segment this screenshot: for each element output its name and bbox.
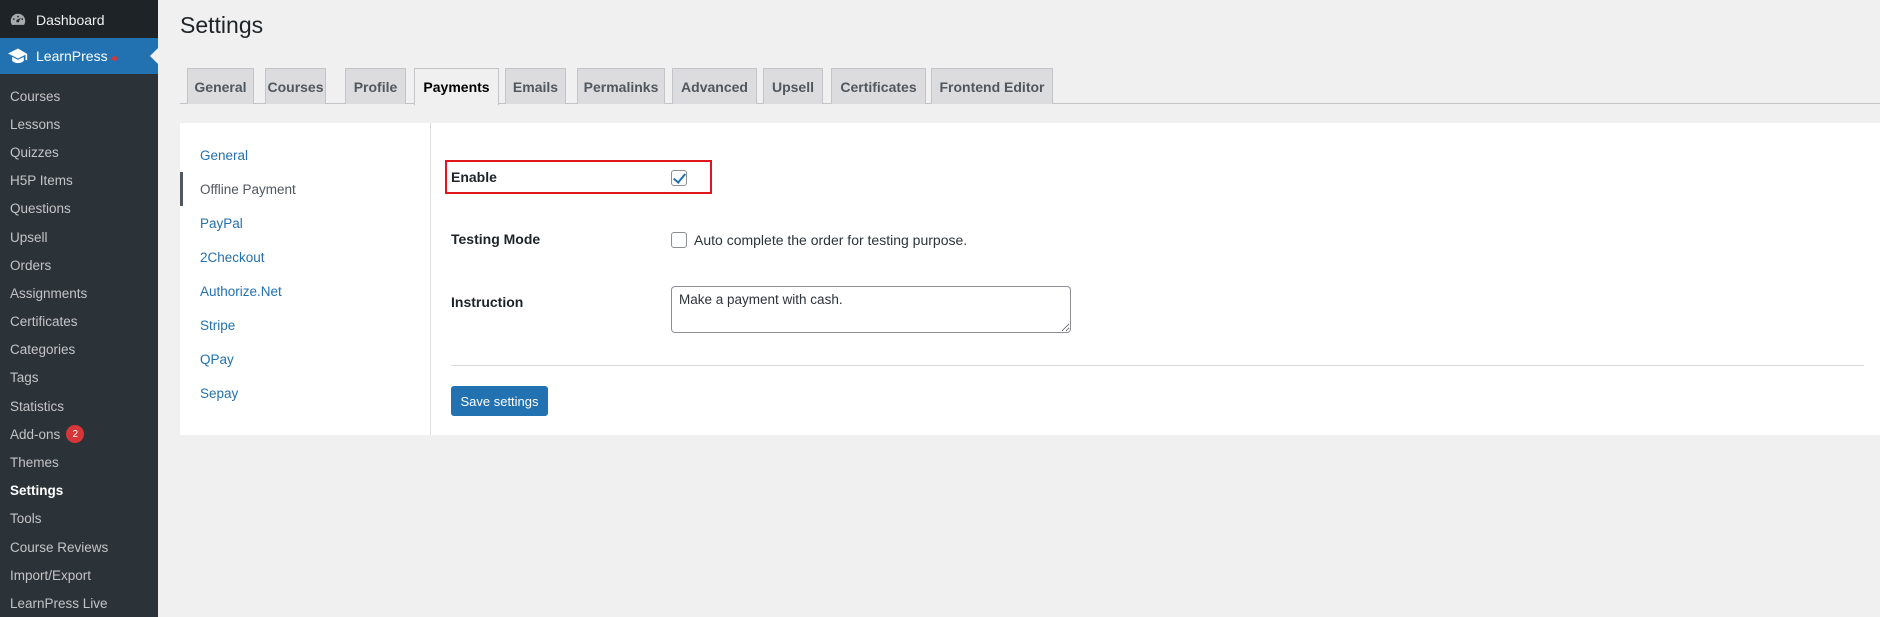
payment-nav-2checkout[interactable]: 2Checkout [180, 240, 430, 274]
payment-nav-sepay[interactable]: Sepay [180, 376, 430, 410]
tab-certificates[interactable]: Certificates [831, 68, 926, 104]
form-divider [451, 365, 1864, 366]
sidebar-item-settings[interactable]: Settings [0, 477, 158, 505]
payment-nav-offline-payment[interactable]: Offline Payment [180, 172, 430, 206]
tab-courses[interactable]: Courses [265, 68, 326, 104]
update-indicator [111, 55, 117, 61]
tab-emails[interactable]: Emails [505, 68, 566, 104]
sidebar-item-lessons[interactable]: Lessons [0, 110, 158, 138]
graduation-cap-icon [8, 46, 28, 66]
dashboard-icon [8, 10, 28, 30]
sidebar-item-label: Tags [10, 370, 39, 386]
sidebar-item-tools[interactable]: Tools [0, 505, 158, 533]
tab-frontend-editor[interactable]: Frontend Editor [931, 68, 1053, 104]
sidebar-item-courses[interactable]: Courses [0, 82, 158, 110]
sidebar-item-label: Questions [10, 201, 71, 217]
sidebar-item-label: Statistics [10, 398, 65, 414]
sidebar-item-label: Upsell [10, 229, 48, 245]
payment-nav-paypal[interactable]: PayPal [180, 206, 430, 240]
menu-learnpress[interactable]: LearnPress [0, 38, 158, 74]
payment-nav-stripe[interactable]: Stripe [180, 308, 430, 342]
admin-sidebar: Dashboard LearnPress Courses Lessons Qui… [0, 0, 158, 617]
sidebar-item-label: LearnPress Live [10, 595, 108, 611]
settings-tabs: General Courses Profile Payments Emails … [180, 68, 1880, 105]
menu-learnpress-label: LearnPress [36, 48, 108, 64]
testing-mode-checkbox[interactable] [671, 232, 687, 248]
tab-payments[interactable]: Payments [414, 68, 499, 105]
sidebar-item-label: Courses [10, 88, 61, 104]
payments-panel: General Offline Payment PayPal 2Checkout… [180, 123, 1880, 435]
sidebar-item-quizzes[interactable]: Quizzes [0, 138, 158, 166]
sidebar-item-tags[interactable]: Tags [0, 364, 158, 392]
sidebar-item-label: Lessons [10, 116, 61, 132]
sidebar-item-label: Themes [10, 455, 59, 471]
sidebar-item-h5p-items[interactable]: H5P Items [0, 167, 158, 195]
sidebar-item-label: Certificates [10, 314, 78, 330]
payment-nav-general[interactable]: General [180, 138, 430, 172]
tab-profile[interactable]: Profile [345, 68, 406, 104]
menu-dashboard-label: Dashboard [36, 12, 105, 28]
save-settings-button[interactable]: Save settings [451, 386, 548, 416]
sidebar-item-label: Add-ons [10, 426, 61, 442]
sidebar-item-add-ons[interactable]: Add-ons 2 [0, 420, 158, 448]
sidebar-item-themes[interactable]: Themes [0, 448, 158, 476]
testing-mode-description: Auto complete the order for testing purp… [694, 232, 968, 248]
sidebar-item-label: Tools [10, 511, 42, 527]
tab-upsell[interactable]: Upsell [763, 68, 823, 104]
sidebar-item-label: Categories [10, 342, 76, 358]
sidebar-item-label: Quizzes [10, 144, 59, 160]
sidebar-item-label: H5P Items [10, 173, 73, 189]
sidebar-item-upsell[interactable]: Upsell [0, 223, 158, 251]
payment-nav-authorize-net[interactable]: Authorize.Net [180, 274, 430, 308]
page-title: Settings [180, 12, 264, 38]
sidebar-item-orders[interactable]: Orders [0, 251, 158, 279]
enable-label: Enable [451, 169, 497, 185]
sidebar-item-questions[interactable]: Questions [0, 195, 158, 223]
learnpress-submenu: Courses Lessons Quizzes H5P Items Questi… [0, 74, 158, 617]
update-count-badge: 2 [66, 425, 85, 444]
sidebar-item-label: Settings [10, 483, 64, 499]
payment-nav-qpay[interactable]: QPay [180, 342, 430, 376]
enable-checkbox[interactable] [671, 170, 687, 186]
testing-mode-label: Testing Mode [451, 231, 541, 247]
menu-dashboard[interactable]: Dashboard [0, 2, 158, 38]
sidebar-item-certificates[interactable]: Certificates [0, 308, 158, 336]
sidebar-item-course-reviews[interactable]: Course Reviews [0, 533, 158, 561]
sidebar-item-categories[interactable]: Categories [0, 336, 158, 364]
sidebar-item-learnpress-live[interactable]: LearnPress Live [0, 589, 158, 617]
instruction-label: Instruction [451, 294, 524, 310]
payment-methods-nav: General Offline Payment PayPal 2Checkout… [180, 123, 431, 435]
sidebar-item-statistics[interactable]: Statistics [0, 392, 158, 420]
sidebar-item-assignments[interactable]: Assignments [0, 279, 158, 307]
sidebar-item-import-export[interactable]: Import/Export [0, 561, 158, 589]
sidebar-item-label: Orders [10, 257, 52, 273]
tab-permalinks[interactable]: Permalinks [577, 68, 665, 104]
sidebar-item-label: Assignments [10, 285, 88, 301]
tab-advanced[interactable]: Advanced [672, 68, 757, 104]
instruction-textarea[interactable]: Make a payment with cash. [671, 286, 1071, 333]
sidebar-item-label: Import/Export [10, 567, 92, 583]
tab-general[interactable]: General [187, 68, 254, 104]
sidebar-item-label: Course Reviews [10, 539, 109, 555]
